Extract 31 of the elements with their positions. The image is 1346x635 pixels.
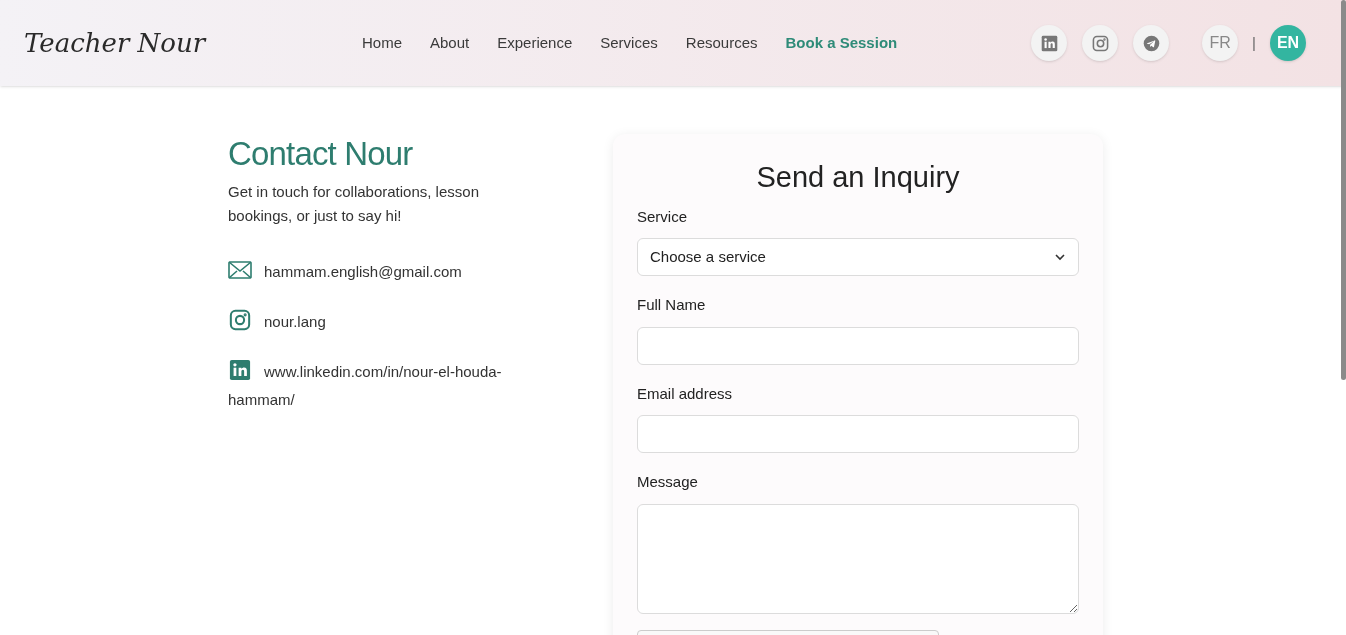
linkedin-icon bbox=[1040, 34, 1058, 52]
social-button[interactable] bbox=[1031, 25, 1068, 61]
contact-link[interactable]: nour.lang bbox=[228, 308, 528, 336]
field-label: Message bbox=[637, 472, 699, 492]
text-field[interactable] bbox=[637, 415, 1079, 453]
linkedin-icon bbox=[228, 359, 252, 381]
language-separator: | bbox=[1252, 32, 1256, 53]
contact-intro: Get in touch for collaborations, lesson bookings, or just to say hi! bbox=[228, 182, 480, 226]
brand-logo[interactable]: Teacher Nour bbox=[24, 23, 324, 63]
text-field[interactable] bbox=[637, 326, 1079, 365]
service-select[interactable]: Choose a service bbox=[637, 238, 1079, 276]
envelope-icon bbox=[228, 259, 252, 281]
chevron-down-icon bbox=[1054, 251, 1066, 263]
nav-link[interactable]: Services bbox=[600, 31, 658, 55]
social-button[interactable] bbox=[1082, 25, 1119, 61]
field-label: Full Name bbox=[637, 295, 707, 315]
instagram-icon bbox=[228, 309, 252, 331]
nav-link[interactable]: Home bbox=[362, 31, 402, 55]
field-label: Email address bbox=[637, 383, 734, 404]
social-button[interactable] bbox=[1133, 25, 1170, 61]
nav-link[interactable]: Resources bbox=[685, 31, 758, 55]
contact-link[interactable]: www.linkedin.com/in/nour-el-houda-hammam/ bbox=[228, 358, 528, 414]
contact-title: Contact Nour bbox=[228, 134, 414, 174]
form-title: Send an Inquiry bbox=[755, 160, 961, 195]
message-field[interactable] bbox=[637, 503, 1079, 614]
telegram-icon bbox=[1142, 34, 1160, 52]
nav-link[interactable]: About bbox=[430, 31, 470, 55]
instagram-icon bbox=[1091, 34, 1109, 52]
nav-link[interactable]: Experience bbox=[497, 31, 573, 55]
contact-link[interactable]: hammam.english@gmail.com bbox=[228, 258, 528, 286]
field-label: Service bbox=[637, 206, 689, 227]
